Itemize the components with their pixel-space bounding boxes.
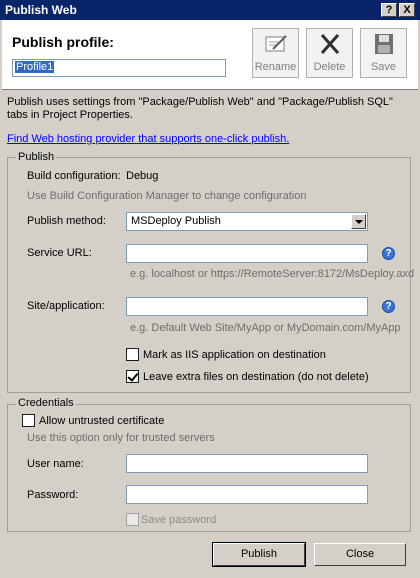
close-title-button[interactable]: X [399, 3, 415, 17]
save-password-checkbox[interactable] [126, 513, 139, 526]
publish-profile-label: Publish profile: [12, 34, 114, 50]
credentials-legend: Credentials [16, 397, 76, 409]
site-application-input[interactable] [126, 297, 368, 316]
save-button[interactable]: Save [360, 28, 407, 78]
publish-description: Publish uses settings from "Package/Publ… [7, 96, 393, 121]
publish-method-label: Publish method: [27, 215, 106, 227]
publish-legend: Publish [16, 151, 57, 163]
rename-icon [265, 35, 287, 52]
rename-label: Rename [254, 61, 297, 73]
save-password-label: Save password [141, 514, 217, 526]
build-config-value: Debug [126, 170, 159, 182]
site-application-help-icon[interactable]: ? [382, 300, 395, 313]
title-bar: Publish Web ? X [0, 0, 420, 20]
password-label: Password: [27, 489, 79, 501]
close-button[interactable]: Close [314, 543, 406, 566]
service-url-input[interactable] [126, 244, 368, 263]
publish-method-select[interactable]: MSDeploy Publish [126, 212, 368, 231]
user-name-input[interactable] [126, 454, 368, 473]
service-url-hint: e.g. localhost or https://RemoteServer:8… [130, 268, 415, 280]
profile-name-value: Profile1 [15, 61, 55, 73]
password-input[interactable] [126, 485, 368, 504]
build-config-hint: Use Build Configuration Manager to chang… [27, 190, 307, 202]
delete-label: Delete [313, 61, 346, 73]
leave-extra-files-label: Leave extra files on destination (do not… [143, 371, 369, 383]
user-name-label: User name: [27, 458, 84, 470]
delete-button[interactable]: Delete [306, 28, 353, 78]
service-url-help-icon[interactable]: ? [382, 247, 395, 260]
publish-button[interactable]: Publish [212, 542, 306, 567]
mark-iis-checkbox[interactable] [126, 348, 139, 361]
untrusted-cert-checkbox[interactable] [22, 414, 35, 427]
chevron-down-icon[interactable] [351, 214, 366, 229]
publish-method-value: MSDeploy Publish [131, 215, 221, 227]
site-application-hint: e.g. Default Web Site/MyApp or MyDomain.… [130, 322, 401, 334]
leave-extra-files-checkbox[interactable] [126, 370, 139, 383]
site-application-label: Site/application: [27, 300, 105, 312]
service-url-label: Service URL: [27, 247, 92, 259]
save-icon [374, 34, 393, 54]
delete-icon [320, 34, 339, 54]
window-title: Publish Web [5, 3, 77, 17]
profile-name-field[interactable]: Profile1 [12, 59, 226, 77]
hosting-provider-link[interactable]: Find Web hosting provider that supports … [7, 133, 289, 145]
mark-iis-label: Mark as IIS application on destination [143, 349, 326, 361]
rename-button[interactable]: Rename [252, 28, 299, 78]
untrusted-cert-label: Allow untrusted certificate [39, 415, 165, 427]
untrusted-cert-hint: Use this option only for trusted servers [27, 432, 215, 444]
profile-header: Publish profile: Profile1 Rename Delete … [2, 20, 418, 90]
help-title-button[interactable]: ? [381, 3, 397, 17]
build-config-label: Build configuration: [27, 170, 121, 182]
save-label: Save [370, 61, 397, 73]
